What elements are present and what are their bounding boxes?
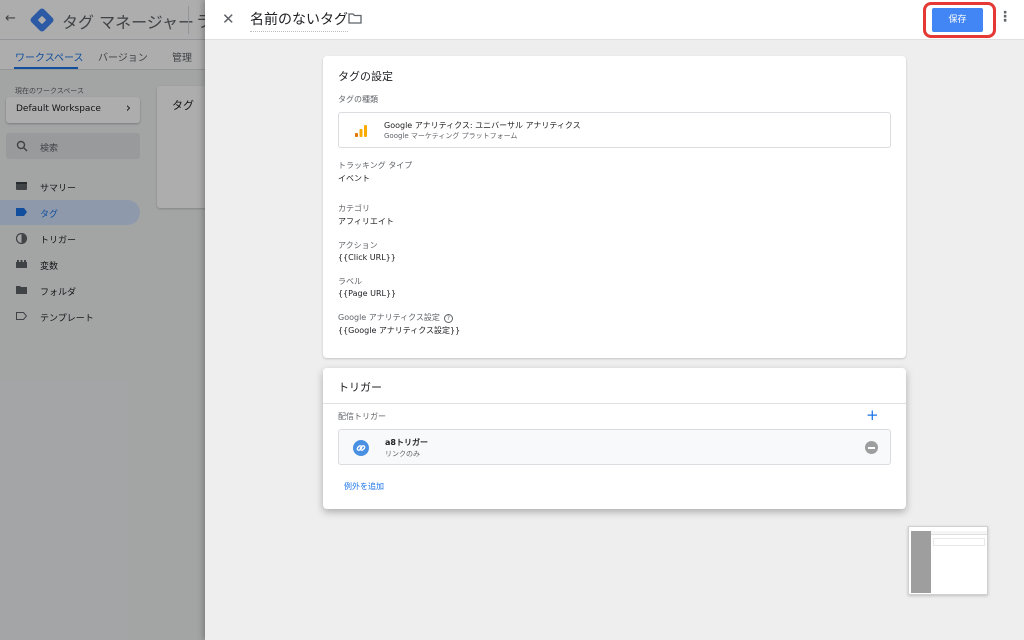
minimap-content	[933, 538, 985, 546]
add-exception-link[interactable]: 例外を追加	[344, 481, 384, 492]
tag-type-selector[interactable]: Google アナリティクス: ユニバーサル アナリティクス Google マー…	[338, 112, 891, 148]
remove-circle-icon[interactable]	[865, 441, 878, 454]
tag-configuration-card[interactable]: タグの設定 タグの種類 Google アナリティクス: ユニバーサル アナリティ…	[323, 56, 906, 358]
tag-type-subtitle: Google マーケティング プラットフォーム	[384, 132, 518, 140]
label-label: ラベル	[338, 277, 362, 286]
triggering-card: トリガー 配信トリガー + a8トリガー リンクのみ 例外を追加	[323, 368, 906, 509]
link-icon	[353, 440, 369, 456]
tag-editor-panel: ✕ 名前のないタグ 保存 ⋮ タグの設定 タグの種類 Google アナリティク…	[205, 0, 1024, 640]
action-value: {{Click URL}}	[338, 253, 396, 262]
tag-config-title: タグの設定	[338, 70, 393, 83]
ga-settings-value: {{Google アナリティクス設定}}	[338, 326, 461, 335]
triggering-title: トリガー	[338, 381, 382, 394]
firing-triggers-label: 配信トリガー	[338, 412, 386, 421]
folder-icon[interactable]	[348, 13, 362, 24]
minimap-sidebar	[911, 531, 931, 593]
more-vert-icon[interactable]: ⋮	[998, 9, 1012, 25]
tag-type-name: Google アナリティクス: ユニバーサル アナリティクス	[384, 121, 581, 130]
trigger-type: リンクのみ	[385, 450, 420, 458]
label-value: {{Page URL}}	[338, 289, 397, 298]
ga-settings-label: Google アナリティクス設定	[338, 313, 440, 322]
tag-type-label: タグの種類	[338, 95, 378, 104]
action-label: アクション	[338, 241, 378, 250]
panel-header: ✕ 名前のないタグ 保存 ⋮	[205, 0, 1024, 40]
trigger-name: a8トリガー	[385, 438, 428, 447]
category-value: アフィリエイト	[338, 217, 394, 226]
ga-settings-label-row: Google アナリティクス設定?	[338, 312, 453, 323]
trigger-row[interactable]: a8トリガー リンクのみ	[338, 429, 891, 465]
tracking-type-label: トラッキング タイプ	[338, 161, 413, 170]
add-trigger-icon[interactable]: +	[866, 406, 879, 424]
divider	[323, 403, 906, 404]
minimap-header	[931, 531, 987, 535]
page-minimap	[908, 526, 988, 595]
close-icon[interactable]: ✕	[222, 9, 235, 29]
help-icon[interactable]: ?	[443, 314, 453, 323]
tag-name-field[interactable]: 名前のないタグ	[250, 9, 348, 32]
tracking-type-value: イベント	[338, 174, 370, 183]
category-label: カテゴリ	[338, 204, 370, 213]
google-analytics-icon	[355, 125, 367, 137]
save-button[interactable]: 保存	[932, 8, 983, 32]
